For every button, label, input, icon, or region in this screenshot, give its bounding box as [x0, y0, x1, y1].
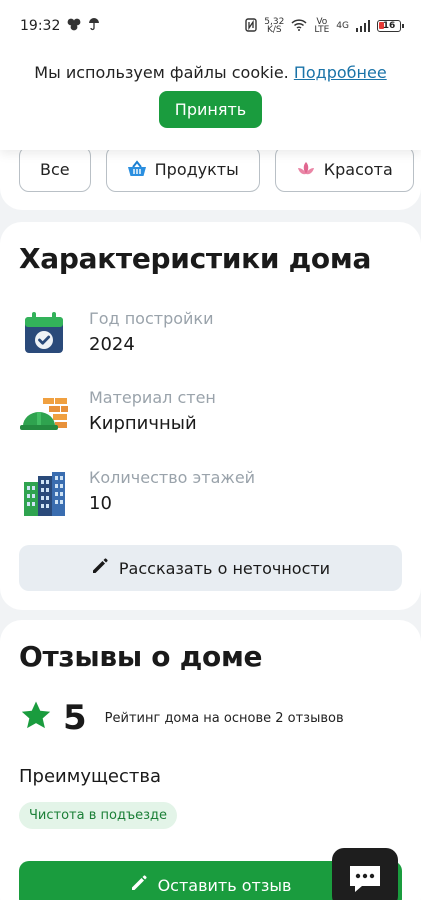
nfc-icon	[245, 17, 257, 35]
advantage-tag: Чистота в подъезде	[19, 802, 178, 829]
umbrella-icon	[88, 17, 100, 35]
cookie-message: Мы используем файлы cookie. Подробнее	[0, 63, 421, 82]
feature-year: Год постройки 2024	[19, 309, 213, 359]
basket-icon	[127, 159, 147, 179]
chat-icon	[348, 864, 382, 898]
rating-description: Рейтинг дома на основе 2 отзывов	[104, 710, 344, 726]
calendar-check-icon	[19, 309, 69, 359]
category-chip-beauty[interactable]: Красота	[274, 146, 414, 192]
chip-label: Продукты	[154, 159, 239, 179]
advantages-title: Преимущества	[19, 766, 162, 787]
house-characteristics-card: Характеристики дома Год постройки 2024 М…	[0, 222, 421, 610]
rating-value: 5	[63, 698, 87, 738]
section-title: Отзывы о доме	[19, 640, 263, 673]
signal-icon	[356, 20, 370, 32]
star-icon	[19, 699, 53, 737]
feature-label: Материал стен	[89, 388, 216, 407]
category-chip-products[interactable]: Продукты	[105, 146, 260, 192]
lotus-icon	[296, 159, 316, 179]
chip-label: Красота	[323, 159, 393, 179]
buildings-icon	[19, 468, 69, 518]
feature-label: Количество этажей	[89, 468, 256, 487]
network-speed: 5,32 K/S	[264, 17, 285, 35]
cookie-text: Мы используем файлы cookie.	[34, 63, 289, 82]
leave-review-label: Оставить отзыв	[157, 875, 292, 895]
rating-row: 5 Рейтинг дома на основе 2 отзывов	[19, 698, 344, 738]
battery-level: 16	[382, 21, 396, 31]
battery-icon: 16	[377, 20, 404, 32]
status-bar: 19:32 5,32 K/S Vo LTE 4G 16	[0, 0, 421, 52]
category-chip-all[interactable]: Все	[19, 146, 91, 192]
accept-cookie-button[interactable]: Принять	[158, 91, 263, 128]
feature-wall-material: Материал стен Кирпичный	[19, 388, 216, 438]
chip-label: Все	[40, 159, 70, 179]
pencil-icon	[91, 557, 109, 579]
status-time: 19:32	[20, 18, 61, 34]
feature-value: 2024	[89, 334, 135, 355]
volte-label: Vo LTE	[314, 17, 330, 35]
chat-button[interactable]	[332, 848, 398, 900]
helmet-bricks-icon	[19, 388, 69, 438]
report-label: Рассказать о неточности	[118, 558, 331, 578]
feature-value: Кирпичный	[89, 413, 197, 434]
notification-icon	[66, 17, 82, 35]
pencil-icon	[130, 874, 148, 896]
cookie-banner: Мы используем файлы cookie. Подробнее Пр…	[0, 52, 421, 150]
feature-label: Год постройки	[89, 309, 214, 328]
network-type: 4G	[336, 21, 349, 31]
report-inaccuracy-button[interactable]: Рассказать о неточности	[19, 545, 402, 591]
feature-floors: Количество этажей 10	[19, 468, 255, 518]
cookie-more-link[interactable]: Подробнее	[294, 63, 387, 82]
feature-value: 10	[89, 493, 112, 514]
wifi-icon	[291, 18, 307, 34]
category-chips: Все Продукты Красота	[19, 146, 421, 192]
section-title: Характеристики дома	[19, 242, 372, 275]
